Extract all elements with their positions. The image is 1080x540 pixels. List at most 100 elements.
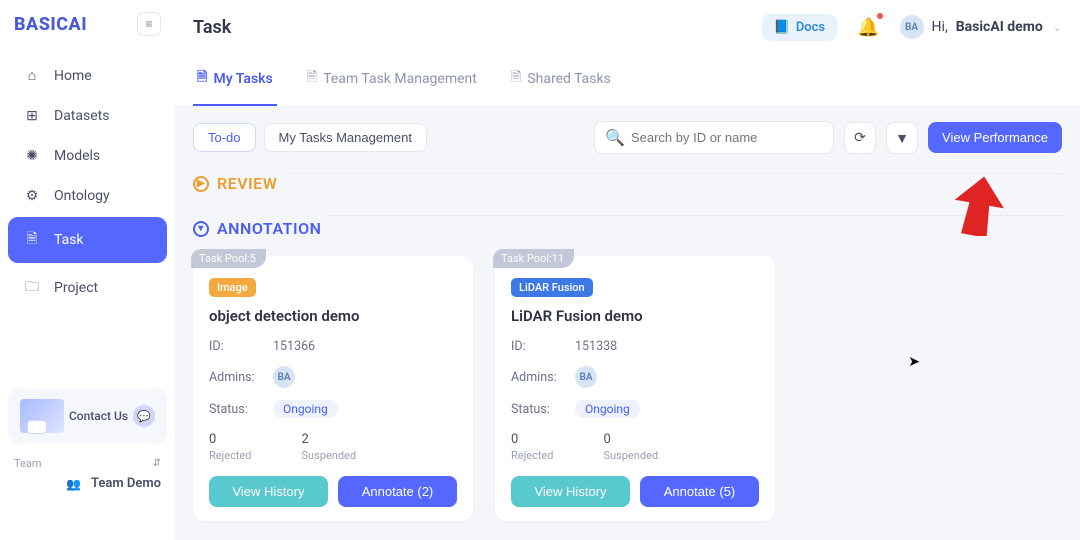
- task-card: Task Pool:11LiDAR FusionLiDAR Fusion dem…: [495, 256, 775, 521]
- notifications-icon[interactable]: 🔔: [857, 17, 879, 38]
- annotate-button[interactable]: Annotate (5): [640, 476, 759, 507]
- task-pool-badge: Task Pool:5: [191, 249, 266, 268]
- sidebar-item-label: Ontology: [54, 188, 110, 204]
- sidebar-item-label: Project: [54, 280, 98, 296]
- suspended-label: Suspended: [603, 449, 658, 462]
- sidebar-item-label: Task: [54, 232, 84, 248]
- home-icon: ⌂: [22, 67, 42, 84]
- task-id: 151338: [575, 339, 617, 354]
- tab-icon: 🗎: [197, 68, 207, 90]
- ontology-icon: ⚙: [22, 188, 42, 204]
- task-title: LiDAR Fusion demo: [511, 307, 759, 325]
- main: Task 📘 Docs 🔔 BA Hi, BasicAI demo ⌄ 🗎 My …: [175, 0, 1080, 540]
- annotation-label: ANNOTATION: [217, 219, 321, 238]
- task-type-tag: Image: [209, 278, 256, 297]
- tabs: 🗎 My Tasks 🗎Team Task Management 🗎 Shared Ta…: [175, 54, 1080, 107]
- docs-icon: 📘: [774, 20, 790, 35]
- sidebar-item-models[interactable]: ✺ Models: [8, 137, 167, 175]
- tab-my-tasks[interactable]: 🗎 My Tasks: [193, 54, 277, 106]
- view-history-button[interactable]: View History: [209, 476, 328, 507]
- tab-team-task-management[interactable]: 🗎Team Task Management: [303, 54, 481, 106]
- brand-text: BASICAI: [14, 14, 87, 35]
- sidebar: BASICAI ≡ ⌂ Home ⊞Datasets ✺ Models ⚙ Ontology…: [0, 0, 175, 540]
- chat-icon[interactable]: 💬: [133, 405, 155, 427]
- rejected-count: 0: [209, 432, 251, 447]
- greeting-prefix: Hi,: [932, 19, 948, 35]
- search-input[interactable]: [631, 130, 823, 145]
- project-icon: 🗀: [22, 276, 42, 300]
- sidebar-item-ontology[interactable]: ⚙ Ontology: [8, 177, 167, 215]
- datasets-icon: ⊞: [22, 108, 42, 124]
- team-switcher-icon[interactable]: ⇵: [153, 458, 161, 469]
- username: BasicAI demo: [956, 19, 1043, 35]
- review-toggle-icon: ▶: [193, 176, 209, 192]
- refresh-button[interactable]: ⟳: [844, 122, 876, 154]
- status-label: Status:: [511, 402, 567, 417]
- suspended-count: 2: [301, 432, 356, 447]
- status-badge: Ongoing: [273, 400, 338, 418]
- chevron-down-icon: ⌄: [1053, 21, 1062, 34]
- sidebar-collapse-button[interactable]: ≡: [137, 12, 161, 36]
- search-icon: 🔍: [605, 128, 625, 147]
- status-label: Status:: [209, 402, 265, 417]
- view-performance-button[interactable]: View Performance: [928, 122, 1062, 153]
- sidebar-item-label: Models: [54, 148, 100, 164]
- task-card: Task Pool:5Imageobject detection demoID:…: [193, 256, 473, 521]
- task-title: object detection demo: [209, 307, 457, 325]
- tab-label: Team Task Management: [323, 71, 477, 87]
- sidebar-item-datasets[interactable]: ⊞Datasets: [8, 97, 167, 135]
- sidebar-item-label: Home: [54, 68, 92, 84]
- admin-avatar[interactable]: BA: [575, 366, 597, 388]
- suspended-count: 0: [603, 432, 658, 447]
- avatar: BA: [900, 15, 924, 39]
- divider: [329, 215, 1062, 216]
- docs-button[interactable]: 📘 Docs: [762, 14, 837, 41]
- seg-my-tasks-management[interactable]: My Tasks Management: [264, 123, 427, 152]
- view-history-button[interactable]: View History: [511, 476, 630, 507]
- annotate-button[interactable]: Annotate (2): [338, 476, 457, 507]
- sidebar-item-home[interactable]: ⌂ Home: [8, 56, 167, 95]
- section-annotation[interactable]: ▾ ANNOTATION: [193, 219, 321, 238]
- task-id: 151366: [273, 339, 315, 354]
- team-name[interactable]: Team Demo: [91, 476, 161, 491]
- section-review[interactable]: ▶ REVIEW: [193, 174, 277, 193]
- user-menu[interactable]: BA Hi, BasicAI demo ⌄: [900, 15, 1062, 39]
- filter-button[interactable]: ▼: [886, 122, 918, 154]
- team-label: Team: [14, 457, 42, 470]
- admins-label: Admins:: [209, 370, 265, 385]
- task-pool-badge: Task Pool:11: [493, 249, 574, 268]
- id-label: ID:: [511, 339, 567, 354]
- divider: [285, 173, 1062, 174]
- sidebar-item-task[interactable]: 🗎 Task: [8, 217, 167, 263]
- view-segment: To-do My Tasks Management: [193, 123, 427, 152]
- contact-us-card[interactable]: Contact Us 💬: [8, 389, 167, 443]
- contact-us-label: Contact Us: [69, 409, 128, 423]
- logo[interactable]: BASICAI: [14, 14, 87, 35]
- tab-label: Shared Tasks: [527, 71, 611, 87]
- rejected-label: Rejected: [209, 449, 251, 462]
- tab-icon: 🗎: [511, 68, 521, 90]
- topbar: Task 📘 Docs 🔔 BA Hi, BasicAI demo ⌄: [175, 0, 1080, 54]
- models-icon: ✺: [22, 148, 42, 164]
- admins-label: Admins:: [511, 370, 567, 385]
- admin-avatar[interactable]: BA: [273, 366, 295, 388]
- status-badge: Ongoing: [575, 400, 640, 418]
- tab-shared-tasks[interactable]: 🗎 Shared Tasks: [507, 54, 615, 106]
- annotation-toggle-icon: ▾: [193, 221, 209, 237]
- tab-label: My Tasks: [213, 71, 272, 87]
- rejected-label: Rejected: [511, 449, 553, 462]
- annotation-arrow: [954, 176, 1004, 236]
- docs-label: Docs: [796, 20, 825, 35]
- review-label: REVIEW: [217, 174, 277, 193]
- search-box[interactable]: 🔍: [594, 121, 834, 154]
- suspended-label: Suspended: [301, 449, 356, 462]
- task-icon: 🗎: [22, 228, 42, 252]
- seg-to-do[interactable]: To-do: [193, 123, 256, 152]
- cursor-icon: ➤: [908, 354, 920, 370]
- page-title: Task: [193, 17, 231, 38]
- sidebar-item-project[interactable]: 🗀 Project: [8, 265, 167, 311]
- team-icon: 👥: [66, 477, 81, 491]
- rejected-count: 0: [511, 432, 553, 447]
- task-type-tag: LiDAR Fusion: [511, 278, 593, 297]
- contact-illustration: [20, 399, 64, 433]
